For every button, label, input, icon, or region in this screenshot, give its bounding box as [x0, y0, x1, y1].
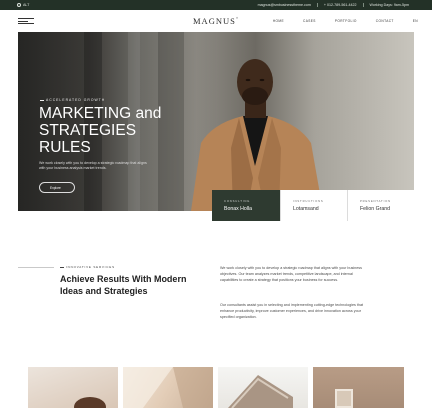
contact-email[interactable]: magnus@smbusinesstheme.com — [252, 3, 317, 7]
card-label: CONSULTING — [224, 199, 251, 203]
info-card-consulting[interactable]: CONSULTING Bonax Holla — [212, 190, 280, 221]
hero-person-image — [191, 59, 323, 211]
hero-banner: ACCELERATED GROWTH MARKETING and STRATEG… — [18, 32, 414, 211]
card-label: PRESENTATION — [360, 199, 391, 203]
top-bar: ALT magnus@smbusinesstheme.com + 012-789… — [0, 0, 432, 10]
section-title: Achieve Results With Modern Ideas and St… — [60, 274, 187, 296]
hero-description: We work closely with you to develop a st… — [39, 161, 147, 170]
hero-title: MARKETING and STRATEGIES RULES — [39, 105, 162, 156]
section-paragraph-2: Our consultants assist you in selecting … — [220, 303, 364, 319]
site-logo[interactable]: MAGNUS® — [193, 16, 239, 26]
info-card-instructions[interactable]: INSTRUCTIONS Lotamsand — [280, 190, 347, 221]
gallery-image-4[interactable] — [313, 367, 404, 408]
gallery-image-2[interactable] — [123, 367, 213, 408]
gallery-image-1[interactable] — [28, 367, 118, 408]
nav-contact[interactable]: CONTACT — [376, 19, 394, 23]
info-card-presentation[interactable]: PRESENTATION Felion Grand — [347, 190, 414, 221]
card-label: INSTRUCTIONS — [293, 199, 324, 203]
gallery-image-3[interactable] — [218, 367, 308, 408]
section-divider — [18, 267, 54, 268]
section-paragraph-1: We work closely with you to develop a st… — [220, 266, 362, 282]
main-nav: HOME CASES PORTFOLIO CONTACT EN — [254, 19, 418, 23]
nav-portfolio[interactable]: PORTFOLIO — [335, 19, 357, 23]
contact-phone[interactable]: + 012-789-561-4422 — [316, 3, 363, 7]
working-hours: Working Days: 9am-5pm — [362, 3, 415, 7]
explore-button[interactable]: Explore — [39, 182, 75, 193]
nav-cases[interactable]: CASES — [303, 19, 316, 23]
card-value: Bonax Holla — [224, 206, 252, 212]
hero-eyebrow: ACCELERATED GROWTH — [40, 98, 105, 102]
section-eyebrow: INNOVATIVE SERVICES — [60, 265, 115, 269]
nav-home[interactable]: HOME — [273, 19, 284, 23]
card-value: Lotamsand — [293, 206, 319, 212]
menu-icon[interactable] — [18, 18, 34, 24]
globe-icon — [17, 3, 21, 7]
language-label: ALT — [23, 3, 30, 7]
language-selector[interactable]: ALT — [17, 3, 29, 7]
site-header: MAGNUS® HOME CASES PORTFOLIO CONTACT EN — [0, 10, 432, 32]
card-value: Felion Grand — [360, 206, 390, 212]
nav-language[interactable]: EN — [413, 19, 418, 23]
